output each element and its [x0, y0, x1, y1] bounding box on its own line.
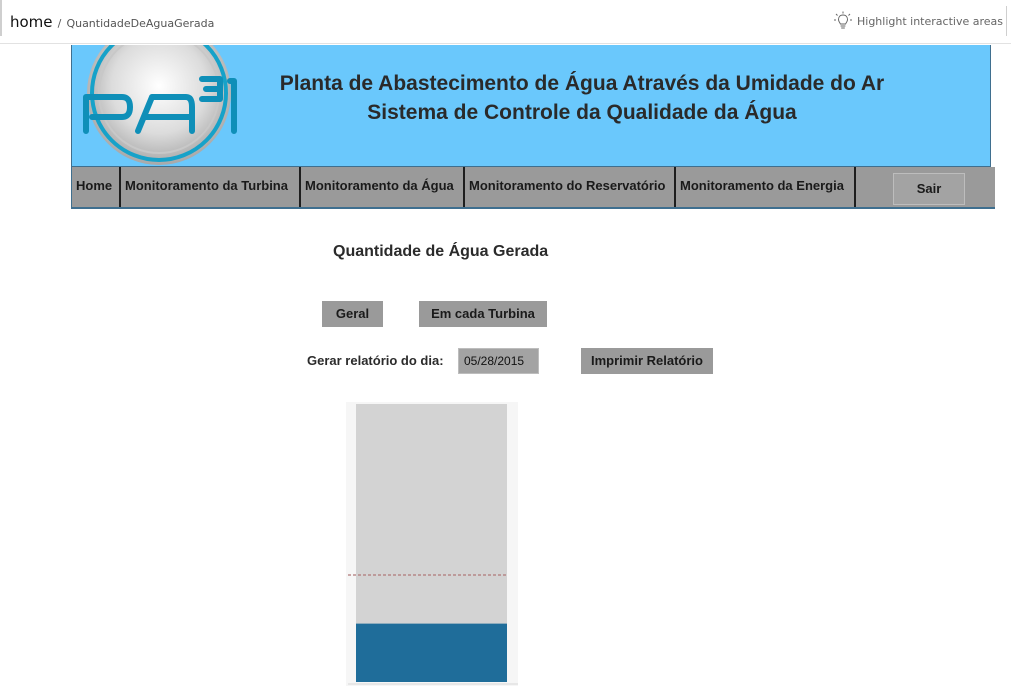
water-level-gauge	[346, 402, 518, 686]
em-cada-turbina-button[interactable]: Em cada Turbina	[419, 301, 547, 327]
page-title: Quantidade de Água Gerada	[333, 243, 549, 260]
imprimir-relatorio-button[interactable]: Imprimir Relatório	[581, 348, 713, 374]
header-title-line1: Planta de Abastecimento de Água Através …	[279, 72, 885, 95]
highlight-label: Highlight interactive areas	[857, 14, 1003, 28]
top-bar: home / QuantidadeDeAguaGerada Highlight …	[0, 0, 1011, 44]
nav-home[interactable]: Home	[72, 167, 121, 207]
nav-monitoramento-turbina[interactable]: Monitoramento da Turbina	[121, 167, 301, 207]
breadcrumb-home[interactable]: home	[10, 13, 53, 31]
left-border	[0, 0, 2, 36]
pa31-logo	[83, 45, 237, 165]
logout-button[interactable]: Sair	[893, 173, 965, 205]
lightbulb-icon	[834, 11, 852, 29]
date-input[interactable]	[458, 348, 539, 374]
geral-button[interactable]: Geral	[322, 301, 383, 327]
breadcrumb-current-page: QuantidadeDeAguaGerada	[66, 17, 215, 30]
header-title: Planta de Abastecimento de Água Através …	[252, 69, 912, 127]
nav-monitoramento-agua[interactable]: Monitoramento da Água	[301, 167, 465, 207]
nav-monitoramento-reservatorio[interactable]: Monitoramento do Reservatório	[465, 167, 676, 207]
gauge-fill	[356, 623, 507, 682]
date-label: Gerar relatório do dia:	[307, 353, 444, 368]
header-title-line2: Sistema de Controle da Qualidade da Água	[367, 101, 797, 124]
right-border	[1006, 6, 1007, 36]
nav-monitoramento-energia[interactable]: Monitoramento da Energia	[676, 167, 856, 207]
main-nav: Home Monitoramento da Turbina Monitorame…	[71, 167, 995, 209]
breadcrumb-separator: /	[57, 17, 62, 30]
header-banner: Planta de Abastecimento de Água Através …	[71, 45, 991, 167]
highlight-interactive-toggle[interactable]: Highlight interactive areas	[834, 11, 1003, 31]
breadcrumb: home / QuantidadeDeAguaGerada	[10, 12, 214, 31]
